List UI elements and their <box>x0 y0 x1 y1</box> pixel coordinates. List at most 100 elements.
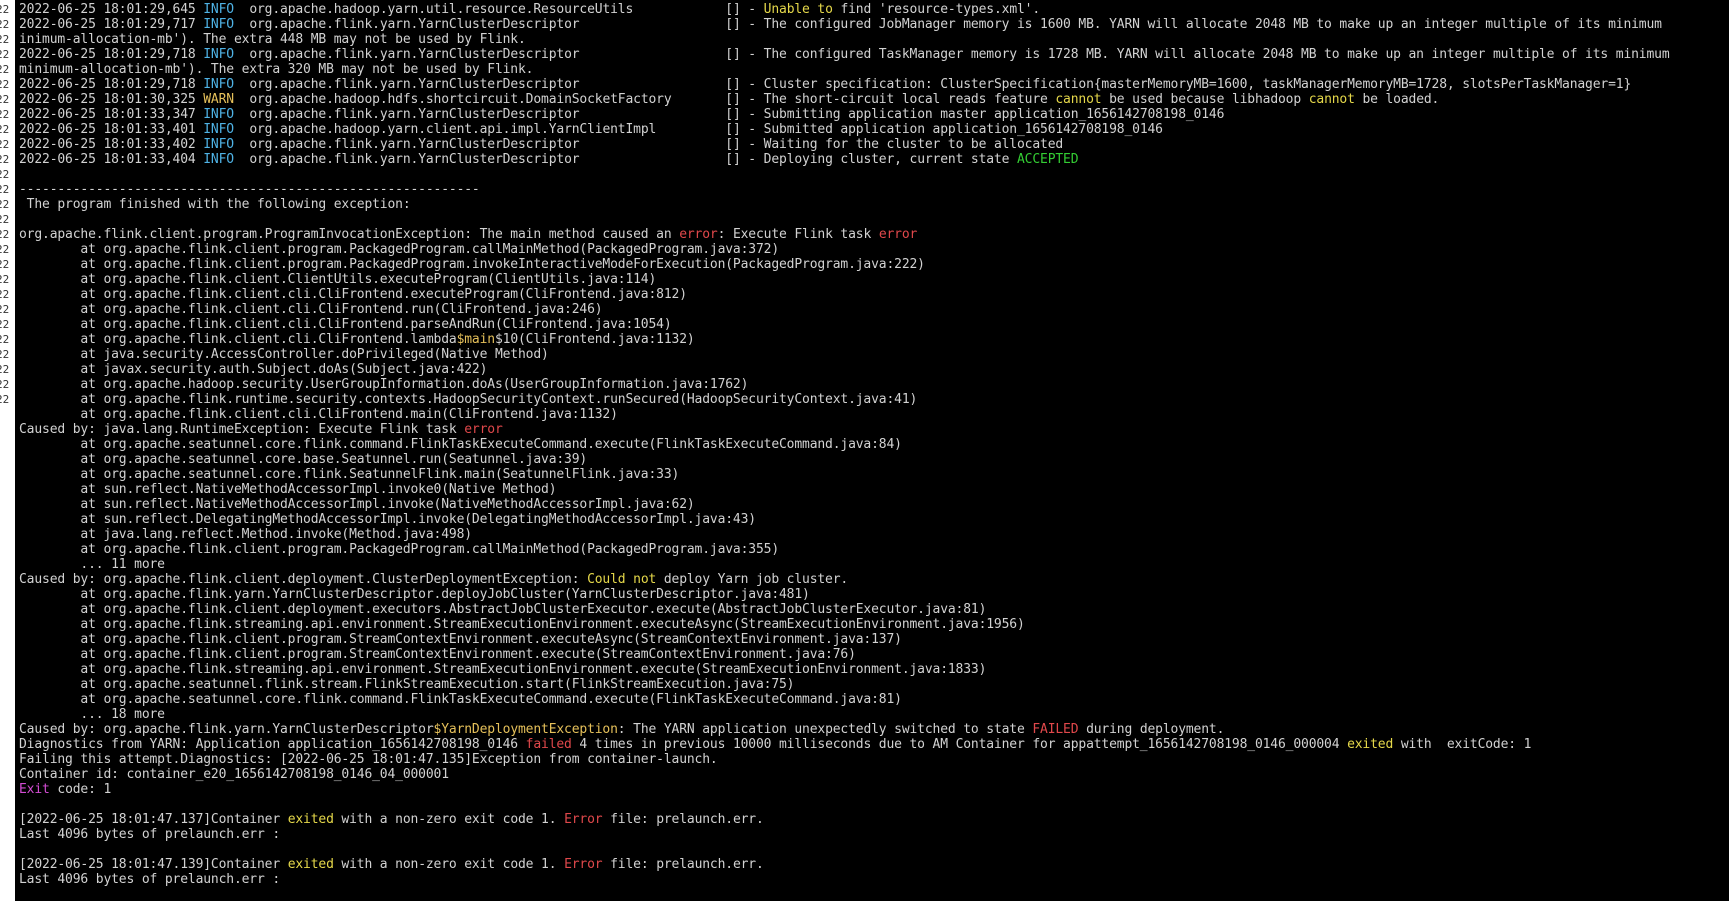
terminal-line: org.apache.flink.client.program.ProgramI… <box>19 227 1729 242</box>
terminal-text-default: at org.apache.flink.client.cli.CliFronte… <box>19 287 687 302</box>
terminal-text-default: : Execute Flink task <box>717 227 879 242</box>
terminal-line: 2022-06-25 18:01:29,718 INFO org.apache.… <box>19 47 1729 62</box>
terminal-text-default: 2022-06-25 18:01:29,717 <box>19 17 204 32</box>
terminal-text-default: ... 18 more <box>19 707 165 722</box>
terminal-line: at org.apache.seatunnel.core.base.Seatun… <box>19 452 1729 467</box>
terminal-line: at org.apache.hadoop.security.UserGroupI… <box>19 377 1729 392</box>
terminal-line: at org.apache.flink.client.program.Packa… <box>19 257 1729 272</box>
terminal-line: at sun.reflect.NativeMethodAccessorImpl.… <box>19 482 1729 497</box>
terminal-line: at org.apache.flink.client.ClientUtils.e… <box>19 272 1729 287</box>
gutter-marker: 22 <box>0 258 10 271</box>
gutter-marker: 22 <box>0 213 10 226</box>
terminal-text-red: Error <box>564 857 603 872</box>
terminal-text-default: at org.apache.flink.client.deployment.ex… <box>19 602 987 617</box>
terminal-text-default: 2022-06-25 18:01:33,401 <box>19 122 204 137</box>
terminal-text-default: ----------------------------------------… <box>19 182 480 197</box>
terminal-text-default: 2022-06-25 18:01:33,402 <box>19 137 204 152</box>
terminal-text-default: org.apache.flink.yarn.YarnClusterDescrip… <box>233 152 1017 167</box>
terminal-line: Caused by: org.apache.flink.yarn.YarnClu… <box>19 722 1729 737</box>
gutter-marker: 22 <box>0 378 10 391</box>
terminal-text-default: at javax.security.auth.Subject.doAs(Subj… <box>19 362 488 377</box>
terminal-text-default: org.apache.hadoop.yarn.client.api.impl.Y… <box>233 122 1163 137</box>
terminal-text-default: 2022-06-25 18:01:33,347 <box>19 107 204 122</box>
terminal-line: inimum-allocation-mb'). The extra 448 MB… <box>19 32 1729 47</box>
terminal-text-default: $10(CliFrontend.java:1132) <box>494 332 695 347</box>
terminal-text-default: file: prelaunch.err. <box>602 857 764 872</box>
terminal-text-default: with exitCode: 1 <box>1393 737 1532 752</box>
terminal-text-yellow: Unable to <box>763 2 833 17</box>
terminal-text-yellow: cannot <box>1308 92 1355 107</box>
terminal-text-info: INFO <box>203 137 234 152</box>
terminal-line: at java.lang.reflect.Method.invoke(Metho… <box>19 527 1729 542</box>
terminal-text-default: deploy Yarn job cluster. <box>656 572 849 587</box>
terminal-text-default: Caused by: org.apache.flink.yarn.YarnClu… <box>19 722 434 737</box>
gutter-marker: 22 <box>0 348 10 361</box>
terminal-text-info: INFO <box>203 2 234 17</box>
terminal-text-yellow: exited <box>1347 737 1394 752</box>
terminal-text-default: at org.apache.seatunnel.core.flink.Seatu… <box>19 467 680 482</box>
gutter-marker: 22 <box>0 363 10 376</box>
terminal-output: 2022-06-25 18:01:29,645 INFO org.apache.… <box>19 2 1729 887</box>
gutter-marker: 22 <box>0 333 10 346</box>
terminal-text-default: 2022-06-25 18:01:29,718 <box>19 47 204 62</box>
terminal-line: at org.apache.flink.client.cli.CliFronte… <box>19 407 1729 422</box>
gutter-marker: 22 <box>0 393 10 406</box>
terminal-line: ... 18 more <box>19 707 1729 722</box>
terminal-line: The program finished with the following … <box>19 197 1729 212</box>
gutter-marker: 22 <box>0 48 10 61</box>
terminal-text-default: minimum-allocation-mb'). The extra 320 M… <box>19 62 534 77</box>
terminal-line: at org.apache.flink.client.cli.CliFronte… <box>19 317 1729 332</box>
terminal-text-default: org.apache.hadoop.yarn.util.resource.Res… <box>233 2 764 17</box>
terminal-text-default: 2022-06-25 18:01:29,645 <box>19 2 204 17</box>
terminal-text-info: INFO <box>203 107 234 122</box>
terminal-line: Failing this attempt.Diagnostics: [2022-… <box>19 752 1729 767</box>
terminal-text-default: file: prelaunch.err. <box>602 812 764 827</box>
terminal-line: Last 4096 bytes of prelaunch.err : <box>19 872 1729 887</box>
terminal-text-warn: $YarnDeploymentException <box>433 722 618 737</box>
terminal-line: at sun.reflect.NativeMethodAccessorImpl.… <box>19 497 1729 512</box>
terminal-text-red: Error <box>564 812 603 827</box>
terminal-text-default: with a non-zero exit code 1. <box>333 812 565 827</box>
terminal-line: ----------------------------------------… <box>19 182 1729 197</box>
terminal-text-default: The program finished with the following … <box>19 197 411 212</box>
terminal-text-default: at org.apache.flink.runtime.security.con… <box>19 392 918 407</box>
gutter-marker: 22 <box>0 198 10 211</box>
terminal-text-default: Caused by: org.apache.flink.client.deplo… <box>19 572 588 587</box>
gutter-marker: 22 <box>0 93 10 106</box>
left-pane-gutter: 22 22 22 22 22 22 22 22 22 22 22 22 22 22 22 22 22 22 22 22… <box>0 0 15 901</box>
gutter-marker: 22 <box>0 168 10 181</box>
terminal-text-info: INFO <box>203 152 234 167</box>
terminal-scrollbar[interactable] <box>1723 0 1729 901</box>
terminal-line: [2022-06-25 18:01:47.137]Container exite… <box>19 812 1729 827</box>
terminal-line: at org.apache.flink.client.program.Packa… <box>19 542 1729 557</box>
terminal-line: at org.apache.flink.yarn.YarnClusterDesc… <box>19 587 1729 602</box>
terminal-text-default: : The YARN application unexpectedly swit… <box>617 722 1033 737</box>
terminal-window[interactable]: 2022-06-25 18:01:29,645 INFO org.apache.… <box>15 0 1729 901</box>
terminal-text-default: 4 times in previous 10000 milliseconds d… <box>571 737 1348 752</box>
terminal-text-red: error <box>679 227 718 242</box>
terminal-line: at org.apache.flink.streaming.api.enviro… <box>19 662 1729 677</box>
terminal-text-default: at org.apache.seatunnel.core.flink.comma… <box>19 692 902 707</box>
terminal-text-default: at org.apache.seatunnel.core.flink.comma… <box>19 437 902 452</box>
terminal-text-default: at sun.reflect.DelegatingMethodAccessorI… <box>19 512 756 527</box>
terminal-text-default: at org.apache.flink.client.program.Packa… <box>19 242 779 257</box>
terminal-text-default: at org.apache.flink.client.program.Strea… <box>19 647 856 662</box>
terminal-text-default: org.apache.flink.yarn.YarnClusterDescrip… <box>233 137 1064 152</box>
terminal-line: at org.apache.flink.client.program.Strea… <box>19 647 1729 662</box>
gutter-marker: 22 <box>0 108 10 121</box>
terminal-text-red: failed <box>525 737 572 752</box>
terminal-text-default: at org.apache.flink.yarn.YarnClusterDesc… <box>19 587 810 602</box>
terminal-text-default: at org.apache.flink.client.cli.CliFronte… <box>19 302 603 317</box>
terminal-text-info: INFO <box>203 17 234 32</box>
terminal-text-default: be loaded. <box>1354 92 1440 107</box>
terminal-line: at org.apache.seatunnel.core.flink.comma… <box>19 692 1729 707</box>
terminal-text-default: at org.apache.seatunnel.core.base.Seatun… <box>19 452 588 467</box>
gutter-marker: 22 <box>0 288 10 301</box>
terminal-text-default: Caused by: java.lang.RuntimeException: E… <box>19 422 465 437</box>
gutter-marker: 22 <box>0 138 10 151</box>
gutter-marker: 22 <box>0 63 10 76</box>
terminal-text-default: at org.apache.flink.client.ClientUtils.e… <box>19 272 657 287</box>
terminal-text-default: [2022-06-25 18:01:47.137]Container <box>19 812 288 827</box>
